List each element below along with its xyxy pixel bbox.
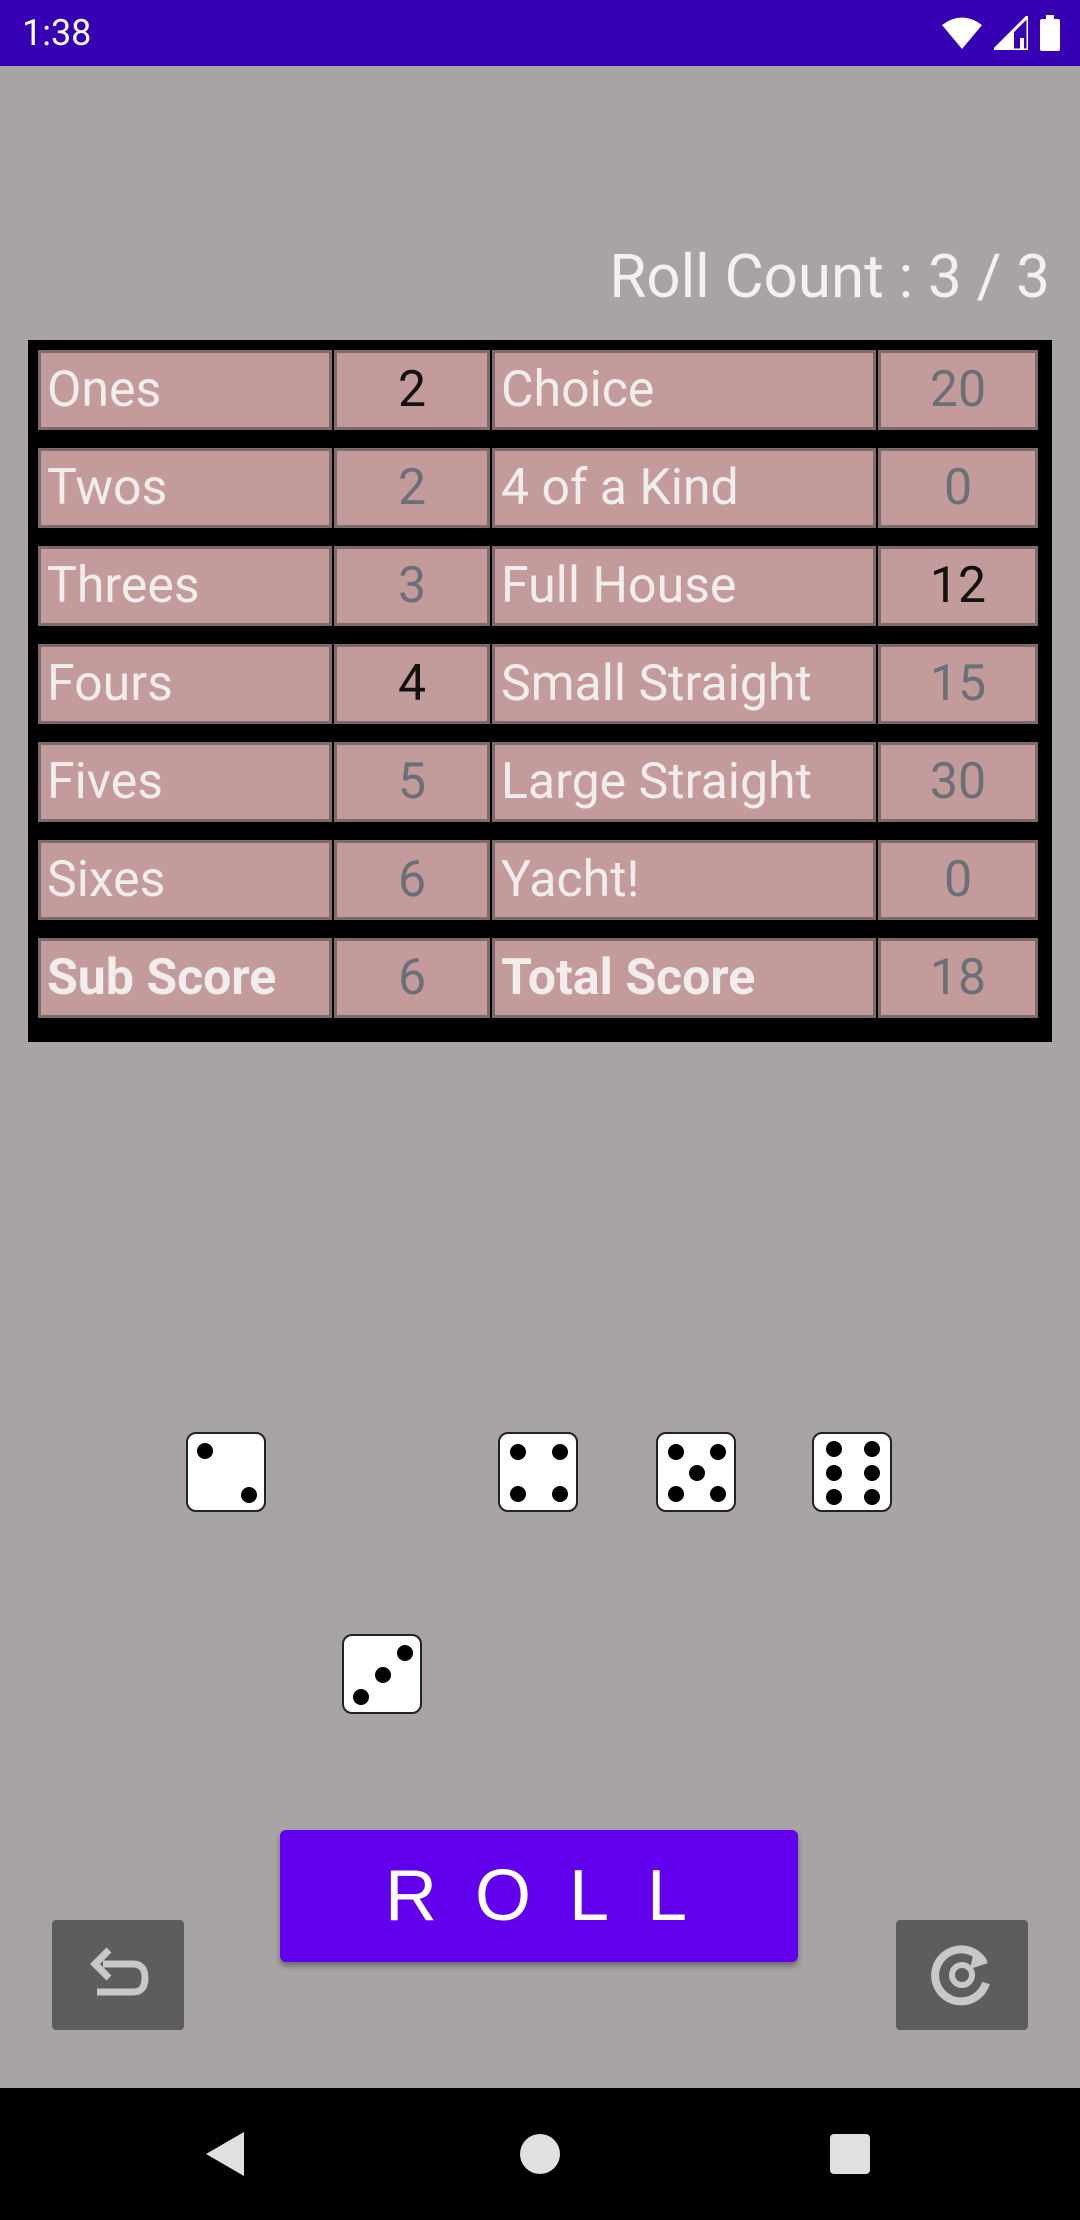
total-score-value: 18 (878, 938, 1038, 1018)
back-icon (206, 2132, 244, 2176)
die-4[interactable] (498, 1432, 578, 1512)
category-label[interactable]: Threes (38, 546, 332, 626)
die-pip (825, 1489, 842, 1505)
category-label[interactable]: Fours (38, 644, 332, 724)
category-score[interactable]: 12 (878, 546, 1038, 626)
wifi-icon (942, 17, 982, 49)
category-label[interactable]: 4 of a Kind (492, 448, 876, 528)
die-pip (551, 1444, 568, 1461)
category-label[interactable]: Full House (492, 546, 876, 626)
category-label[interactable]: Large Straight (492, 742, 876, 822)
category-score[interactable]: 4 (334, 644, 490, 724)
score-table: Ones 2 Choice 20 Twos 2 4 of a Kind 0 Threes 3 Ful… (28, 340, 1052, 1042)
score-row: Fours 4 Small Straight 15 (38, 640, 1042, 728)
die-pip (551, 1485, 568, 1502)
die-pip (864, 1465, 881, 1481)
roll-count: Roll Count : 3 / 3 (609, 241, 1050, 312)
category-label[interactable]: Yacht! (492, 840, 876, 920)
die-pip (196, 1442, 213, 1459)
die-pip (825, 1441, 842, 1457)
category-score[interactable]: 2 (334, 350, 490, 430)
sub-score-value: 6 (334, 938, 490, 1018)
score-row: Sixes 6 Yacht! 0 (38, 836, 1042, 924)
score-row: Twos 2 4 of a Kind 0 (38, 444, 1042, 532)
home-icon (520, 2134, 560, 2174)
battery-icon (1040, 15, 1060, 51)
die-pip (864, 1441, 881, 1457)
status-time: 1:38 (22, 12, 92, 54)
category-score[interactable]: 6 (334, 840, 490, 920)
category-score[interactable]: 5 (334, 742, 490, 822)
die-pip (397, 1644, 414, 1661)
undo-button[interactable] (52, 1920, 184, 2030)
recents-button[interactable] (784, 2088, 916, 2220)
roll-button[interactable]: ROLL (280, 1830, 798, 1962)
recents-icon (830, 2134, 870, 2174)
die-pip (510, 1444, 527, 1461)
die-pip (241, 1487, 258, 1504)
die-pip (668, 1444, 685, 1461)
die-pip (510, 1485, 527, 1502)
total-score-label: Total Score (492, 938, 876, 1018)
die-6[interactable] (812, 1432, 892, 1512)
undo-icon (90, 1947, 149, 1996)
die-pip (668, 1485, 685, 1502)
category-label[interactable]: Choice (492, 350, 876, 430)
back-button[interactable] (160, 2088, 292, 2220)
die-5[interactable] (656, 1432, 736, 1512)
die-pip (375, 1667, 391, 1683)
category-score[interactable]: 20 (878, 350, 1038, 430)
die-pip (352, 1689, 369, 1706)
category-score[interactable]: 0 (878, 448, 1038, 528)
category-label[interactable]: Sixes (38, 840, 332, 920)
status-icons (942, 14, 1060, 52)
die-pip (689, 1465, 705, 1481)
die-2[interactable] (186, 1432, 266, 1512)
totals-row: Sub Score 6 Total Score 18 (38, 934, 1042, 1022)
category-score[interactable]: 30 (878, 742, 1038, 822)
category-label[interactable]: Small Straight (492, 644, 876, 724)
category-score[interactable]: 3 (334, 546, 490, 626)
kept-die-3[interactable] (342, 1634, 422, 1714)
die-pip (864, 1489, 881, 1505)
category-score[interactable]: 2 (334, 448, 490, 528)
signal-icon (994, 16, 1028, 50)
restart-button[interactable] (896, 1920, 1028, 2030)
navigation-bar (0, 2088, 1080, 2220)
category-score[interactable]: 0 (878, 840, 1038, 920)
die-pip (709, 1485, 726, 1502)
category-label[interactable]: Fives (38, 742, 332, 822)
score-row: Fives 5 Large Straight 30 (38, 738, 1042, 826)
restart-icon (931, 1945, 990, 2006)
score-row: Threes 3 Full House 12 (38, 542, 1042, 630)
score-row: Ones 2 Choice 20 (38, 346, 1042, 434)
category-label[interactable]: Twos (38, 448, 332, 528)
home-button[interactable] (474, 2088, 606, 2220)
status-bar: 1:38 (0, 0, 1080, 66)
category-label[interactable]: Ones (38, 350, 332, 430)
die-pip (709, 1444, 726, 1461)
sub-score-label: Sub Score (38, 938, 332, 1018)
die-pip (825, 1465, 842, 1481)
category-score[interactable]: 15 (878, 644, 1038, 724)
